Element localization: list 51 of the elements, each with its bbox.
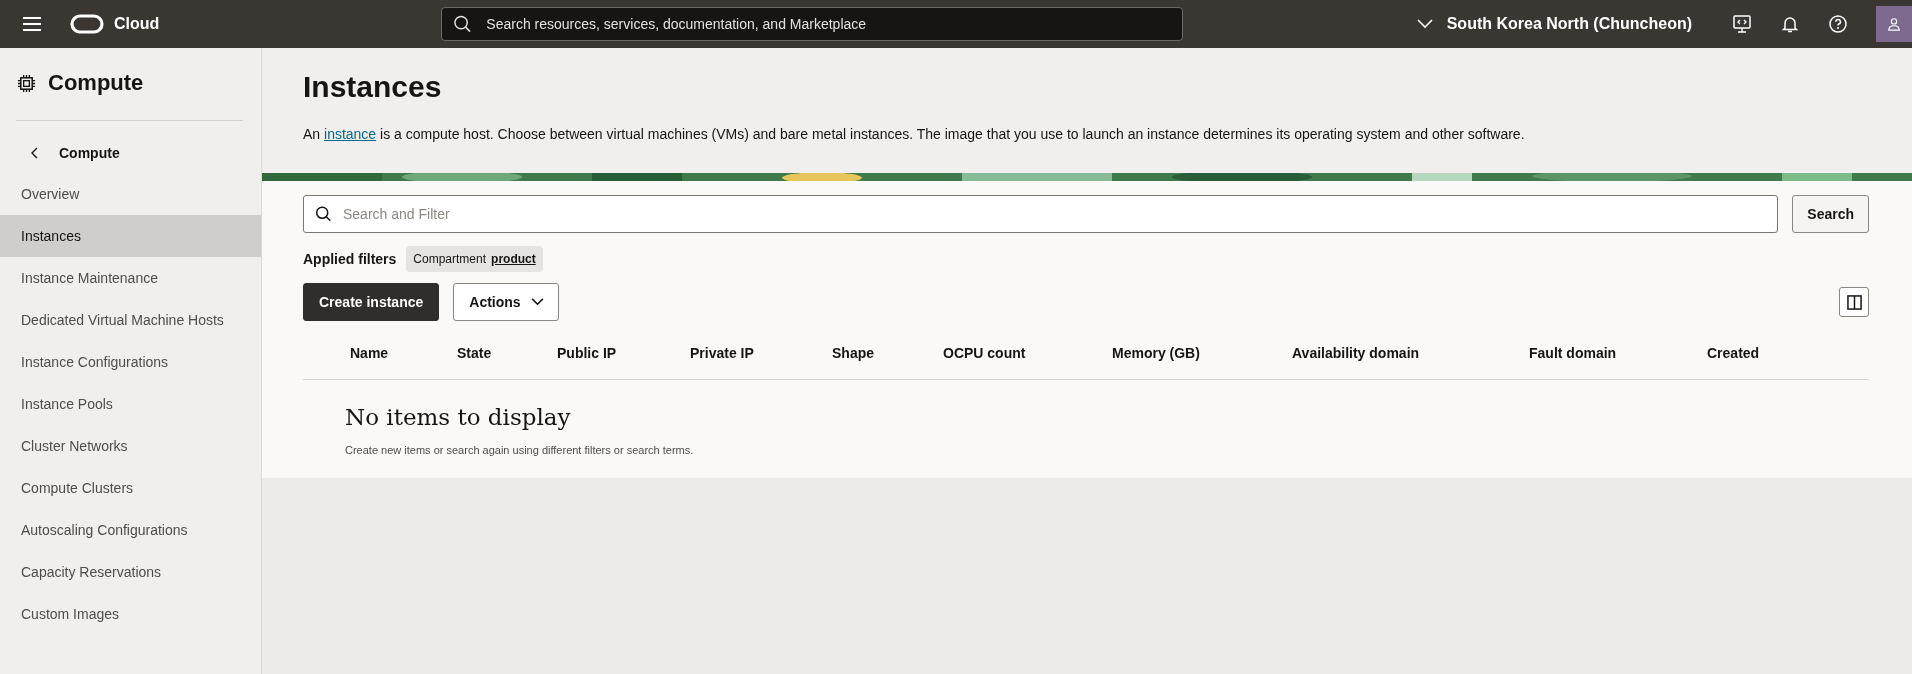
empty-state-title: No items to display bbox=[345, 404, 572, 430]
chip-icon bbox=[17, 73, 36, 93]
page-title: Instances bbox=[303, 70, 443, 104]
column-header[interactable]: Name bbox=[350, 345, 457, 361]
filter-name: Compartment bbox=[413, 252, 487, 266]
columns-icon bbox=[1846, 294, 1862, 310]
column-header[interactable]: State bbox=[457, 345, 557, 361]
nav-item[interactable]: Capacity Reservations bbox=[0, 551, 261, 593]
nav-item[interactable]: Instance Maintenance bbox=[0, 257, 261, 299]
columns-button[interactable] bbox=[1839, 287, 1869, 317]
code-monitor-icon[interactable] bbox=[1732, 14, 1752, 34]
chevron-down-icon bbox=[530, 298, 544, 306]
chevron-down-icon bbox=[1416, 19, 1433, 29]
nav-item[interactable]: Cluster Networks bbox=[0, 425, 261, 467]
back-link[interactable]: Compute bbox=[0, 133, 261, 173]
nav-item[interactable]: Dedicated Virtual Machine Hosts bbox=[0, 299, 261, 341]
region-selector[interactable]: South Korea North (Chuncheon) bbox=[1416, 15, 1692, 33]
nav-item[interactable]: Instances bbox=[0, 215, 261, 257]
person-icon bbox=[1887, 17, 1901, 31]
logo-icon[interactable] bbox=[70, 14, 104, 34]
menu-icon[interactable] bbox=[22, 16, 42, 32]
chevron-left-icon bbox=[31, 147, 39, 159]
column-header[interactable]: Private IP bbox=[690, 345, 832, 361]
instance-link[interactable]: instance bbox=[324, 126, 377, 142]
nav-item[interactable]: Instance Configurations bbox=[0, 341, 261, 383]
actions-menu-button[interactable]: Actions bbox=[453, 283, 559, 321]
notification-bell-icon[interactable] bbox=[1780, 14, 1800, 34]
applied-filters-label: Applied filters bbox=[303, 251, 397, 267]
nav-item[interactable]: Custom Images bbox=[0, 593, 261, 635]
column-header[interactable]: Memory (GB) bbox=[1112, 345, 1292, 361]
brand-name[interactable]: Cloud bbox=[114, 15, 160, 33]
column-header[interactable]: OCPU count bbox=[943, 345, 1112, 361]
column-header[interactable]: Public IP bbox=[557, 345, 690, 361]
user-avatar-button[interactable] bbox=[1876, 6, 1912, 42]
sidebar-title: Compute bbox=[48, 70, 144, 96]
search-filter-field[interactable]: Search and Filter bbox=[303, 195, 1779, 233]
nav-item[interactable]: Autoscaling Configurations bbox=[0, 509, 261, 551]
column-header[interactable]: Created bbox=[1707, 345, 1869, 361]
filter-value-link[interactable]: product bbox=[491, 252, 536, 266]
column-header[interactable]: Availability domain bbox=[1292, 345, 1529, 361]
help-icon[interactable] bbox=[1828, 14, 1848, 34]
nav-item[interactable]: Overview bbox=[0, 173, 261, 215]
create-instance-button[interactable]: Create instance bbox=[303, 283, 440, 321]
empty-state-message: Create new items or search again using different filters or search terms. bbox=[345, 444, 695, 456]
nav-item[interactable]: Instance Pools bbox=[0, 383, 261, 425]
global-search-field[interactable]: Search resources, services, documentation, and Marketplace bbox=[441, 7, 1184, 41]
nav-item[interactable]: Compute Clusters bbox=[0, 467, 261, 509]
column-header[interactable]: Shape bbox=[832, 345, 943, 361]
page-description: An instance is a compute host. Choose between virtual machines (VMs) and bare metal instances. The image that you use to launch an instance determines its operating system and other software. bbox=[303, 126, 1526, 142]
search-button[interactable]: Search bbox=[1792, 195, 1869, 233]
column-header[interactable]: Fault domain bbox=[1529, 345, 1707, 361]
